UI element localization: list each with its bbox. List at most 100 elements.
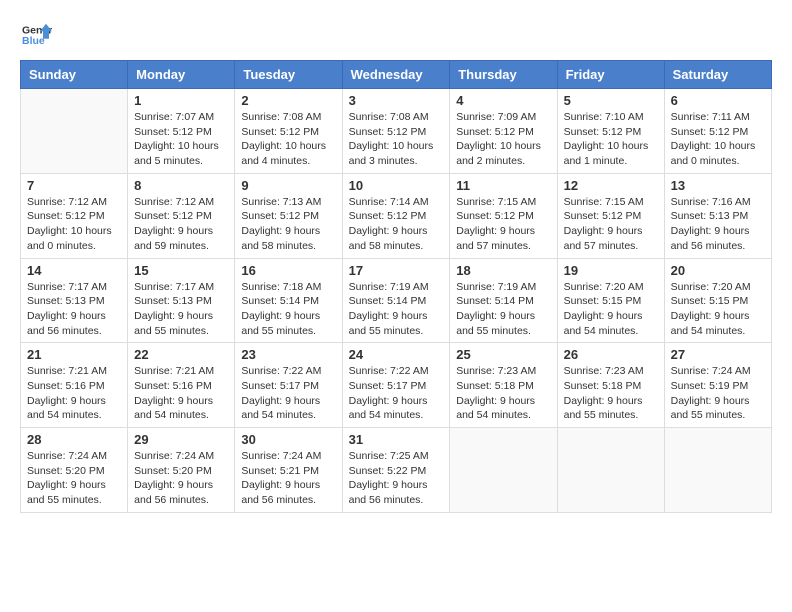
weekday-header-thursday: Thursday [450, 61, 557, 89]
calendar-body: 1 Sunrise: 7:07 AM Sunset: 5:12 PM Daylig… [21, 89, 772, 513]
day-info: Sunrise: 7:25 AM Sunset: 5:22 PM Dayligh… [349, 449, 444, 508]
calendar-cell: 2 Sunrise: 7:08 AM Sunset: 5:12 PM Daylig… [235, 89, 342, 174]
calendar-cell [450, 428, 557, 513]
calendar-week-1: 1 Sunrise: 7:07 AM Sunset: 5:12 PM Daylig… [21, 89, 772, 174]
day-number: 3 [349, 93, 444, 108]
calendar-cell: 14 Sunrise: 7:17 AM Sunset: 5:13 PM Dayli… [21, 258, 128, 343]
calendar-cell: 15Sunrise: 7:17 AM Sunset: 5:13 PM Dayli… [128, 258, 235, 343]
calendar-cell: 29 Sunrise: 7:24 AM Sunset: 5:20 PM Dayli… [128, 428, 235, 513]
calendar-cell: 22Sunrise: 7:21 AM Sunset: 5:16 PM Dayli… [128, 343, 235, 428]
calendar-cell: 31 Sunrise: 7:25 AM Sunset: 5:22 PM Dayli… [342, 428, 450, 513]
day-number: 7 [27, 178, 121, 193]
day-info: Sunrise: 7:16 AM Sunset: 5:13 PM Dayligh… [671, 195, 765, 254]
logo: General Blue [20, 20, 52, 50]
day-info: Sunrise: 7:08 AM Sunset: 5:12 PM Dayligh… [241, 110, 335, 169]
day-info: Sunrise: 7:20 AM Sunset: 5:15 PM Dayligh… [671, 280, 765, 339]
day-info: Sunrise: 7:21 AM Sunset: 5:16 PM Dayligh… [134, 364, 228, 423]
calendar-cell: 7Sunrise: 7:12 AM Sunset: 5:12 PM Daylig… [21, 173, 128, 258]
day-info: Sunrise: 7:24 AM Sunset: 5:19 PM Dayligh… [671, 364, 765, 423]
day-info: Sunrise: 7:23 AM Sunset: 5:18 PM Dayligh… [564, 364, 658, 423]
calendar-cell: 1 Sunrise: 7:07 AM Sunset: 5:12 PM Daylig… [128, 89, 235, 174]
weekday-header-tuesday: Tuesday [235, 61, 342, 89]
day-number: 19 [564, 263, 658, 278]
calendar-cell [557, 428, 664, 513]
weekday-header-monday: Monday [128, 61, 235, 89]
calendar-cell: 12 Sunrise: 7:15 AM Sunset: 5:12 PM Dayli… [557, 173, 664, 258]
calendar-header-row: SundayMondayTuesdayWednesdayThursdayFrid… [21, 61, 772, 89]
day-number: 8 [134, 178, 228, 193]
calendar-cell: 20Sunrise: 7:20 AM Sunset: 5:15 PM Dayli… [664, 258, 771, 343]
day-info: Sunrise: 7:19 AM Sunset: 5:14 PM Dayligh… [349, 280, 444, 339]
day-number: 13 [671, 178, 765, 193]
calendar-cell: 11 Sunrise: 7:15 AM Sunset: 5:12 PM Dayli… [450, 173, 557, 258]
calendar-cell: 18 Sunrise: 7:19 AM Sunset: 5:14 PM Dayli… [450, 258, 557, 343]
day-number: 14 [27, 263, 121, 278]
calendar-cell: 6Sunrise: 7:11 AM Sunset: 5:12 PM Daylig… [664, 89, 771, 174]
day-number: 11 [456, 178, 550, 193]
calendar-cell: 8 Sunrise: 7:12 AM Sunset: 5:12 PM Daylig… [128, 173, 235, 258]
calendar-cell [664, 428, 771, 513]
day-number: 4 [456, 93, 550, 108]
calendar-cell: 23Sunrise: 7:22 AM Sunset: 5:17 PM Dayli… [235, 343, 342, 428]
day-info: Sunrise: 7:17 AM Sunset: 5:13 PM Dayligh… [27, 280, 121, 339]
day-info: Sunrise: 7:22 AM Sunset: 5:17 PM Dayligh… [349, 364, 444, 423]
calendar-cell: 17 Sunrise: 7:19 AM Sunset: 5:14 PM Dayli… [342, 258, 450, 343]
calendar-week-4: 21 Sunrise: 7:21 AM Sunset: 5:16 PM Dayli… [21, 343, 772, 428]
calendar-cell: 16 Sunrise: 7:18 AM Sunset: 5:14 PM Dayli… [235, 258, 342, 343]
day-number: 17 [349, 263, 444, 278]
day-info: Sunrise: 7:22 AM Sunset: 5:17 PM Dayligh… [241, 364, 335, 423]
calendar-week-3: 14 Sunrise: 7:17 AM Sunset: 5:13 PM Dayli… [21, 258, 772, 343]
calendar-cell: 4 Sunrise: 7:09 AM Sunset: 5:12 PM Daylig… [450, 89, 557, 174]
day-info: Sunrise: 7:21 AM Sunset: 5:16 PM Dayligh… [27, 364, 121, 423]
day-number: 26 [564, 347, 658, 362]
day-info: Sunrise: 7:07 AM Sunset: 5:12 PM Dayligh… [134, 110, 228, 169]
day-number: 18 [456, 263, 550, 278]
weekday-header-sunday: Sunday [21, 61, 128, 89]
day-info: Sunrise: 7:15 AM Sunset: 5:12 PM Dayligh… [456, 195, 550, 254]
day-info: Sunrise: 7:15 AM Sunset: 5:12 PM Dayligh… [564, 195, 658, 254]
calendar-table: SundayMondayTuesdayWednesdayThursdayFrid… [20, 60, 772, 513]
day-info: Sunrise: 7:08 AM Sunset: 5:12 PM Dayligh… [349, 110, 444, 169]
day-number: 31 [349, 432, 444, 447]
day-number: 29 [134, 432, 228, 447]
calendar-cell: 5 Sunrise: 7:10 AM Sunset: 5:12 PM Daylig… [557, 89, 664, 174]
day-number: 27 [671, 347, 765, 362]
day-number: 2 [241, 93, 335, 108]
calendar-cell: 10 Sunrise: 7:14 AM Sunset: 5:12 PM Dayli… [342, 173, 450, 258]
day-info: Sunrise: 7:09 AM Sunset: 5:12 PM Dayligh… [456, 110, 550, 169]
calendar-cell: 21 Sunrise: 7:21 AM Sunset: 5:16 PM Dayli… [21, 343, 128, 428]
day-number: 16 [241, 263, 335, 278]
day-info: Sunrise: 7:11 AM Sunset: 5:12 PM Dayligh… [671, 110, 765, 169]
day-number: 25 [456, 347, 550, 362]
day-info: Sunrise: 7:12 AM Sunset: 5:12 PM Dayligh… [134, 195, 228, 254]
weekday-header-wednesday: Wednesday [342, 61, 450, 89]
calendar-cell: 24 Sunrise: 7:22 AM Sunset: 5:17 PM Dayli… [342, 343, 450, 428]
calendar-cell: 25 Sunrise: 7:23 AM Sunset: 5:18 PM Dayli… [450, 343, 557, 428]
calendar-cell: 30Sunrise: 7:24 AM Sunset: 5:21 PM Dayli… [235, 428, 342, 513]
calendar-cell: 28Sunrise: 7:24 AM Sunset: 5:20 PM Dayli… [21, 428, 128, 513]
day-info: Sunrise: 7:23 AM Sunset: 5:18 PM Dayligh… [456, 364, 550, 423]
calendar-cell: 19 Sunrise: 7:20 AM Sunset: 5:15 PM Dayli… [557, 258, 664, 343]
day-info: Sunrise: 7:14 AM Sunset: 5:12 PM Dayligh… [349, 195, 444, 254]
day-info: Sunrise: 7:19 AM Sunset: 5:14 PM Dayligh… [456, 280, 550, 339]
weekday-header-saturday: Saturday [664, 61, 771, 89]
day-number: 15 [134, 263, 228, 278]
day-number: 1 [134, 93, 228, 108]
day-info: Sunrise: 7:10 AM Sunset: 5:12 PM Dayligh… [564, 110, 658, 169]
day-number: 30 [241, 432, 335, 447]
calendar-week-5: 28Sunrise: 7:24 AM Sunset: 5:20 PM Dayli… [21, 428, 772, 513]
calendar-cell: 27 Sunrise: 7:24 AM Sunset: 5:19 PM Dayli… [664, 343, 771, 428]
day-number: 21 [27, 347, 121, 362]
day-number: 9 [241, 178, 335, 193]
day-number: 24 [349, 347, 444, 362]
day-info: Sunrise: 7:13 AM Sunset: 5:12 PM Dayligh… [241, 195, 335, 254]
weekday-header-friday: Friday [557, 61, 664, 89]
day-number: 5 [564, 93, 658, 108]
day-number: 10 [349, 178, 444, 193]
logo-icon: General Blue [22, 20, 52, 50]
day-info: Sunrise: 7:24 AM Sunset: 5:20 PM Dayligh… [134, 449, 228, 508]
day-info: Sunrise: 7:18 AM Sunset: 5:14 PM Dayligh… [241, 280, 335, 339]
day-number: 12 [564, 178, 658, 193]
page-header: General Blue [20, 20, 772, 50]
day-info: Sunrise: 7:20 AM Sunset: 5:15 PM Dayligh… [564, 280, 658, 339]
